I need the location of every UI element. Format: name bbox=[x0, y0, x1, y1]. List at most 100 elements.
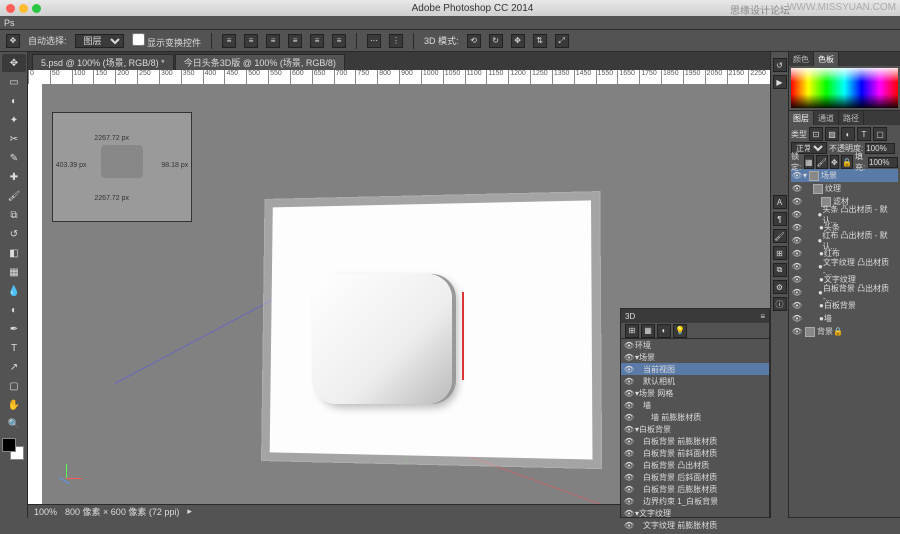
brush-panel-icon[interactable]: 🖌 bbox=[773, 229, 787, 243]
gradient-tool[interactable]: ▦ bbox=[2, 263, 26, 281]
layer-row[interactable]: 👁背景 🔒 bbox=[791, 325, 898, 338]
panel-menu-icon[interactable]: ≡ bbox=[760, 312, 765, 321]
crop-tool[interactable]: ✂ bbox=[2, 130, 26, 148]
doc-info[interactable]: 800 像素 × 600 像素 (72 ppi) bbox=[65, 505, 179, 518]
3d-item-row[interactable]: 👁白板背景 前膨胀材质 bbox=[621, 435, 769, 447]
3d-item-row[interactable]: 👁墙 bbox=[621, 399, 769, 411]
layer-row[interactable]: 👁▾场景 bbox=[791, 169, 898, 182]
visibility-icon[interactable]: 👁 bbox=[623, 377, 635, 386]
visibility-icon[interactable]: 👁 bbox=[623, 389, 635, 398]
visibility-icon[interactable]: 👁 bbox=[623, 341, 635, 350]
pen-tool[interactable]: ✒ bbox=[2, 320, 26, 338]
opacity-input[interactable] bbox=[865, 143, 895, 154]
3d-item-row[interactable]: 👁▾ 场景 bbox=[621, 351, 769, 363]
color-swatches-grid[interactable] bbox=[791, 68, 898, 108]
3d-item-row[interactable]: 👁白板背景 凸出材质 bbox=[621, 459, 769, 471]
visibility-icon[interactable]: 👁 bbox=[791, 327, 803, 336]
zoom-tool[interactable]: 🔍 bbox=[2, 415, 26, 433]
dist-v-icon[interactable]: ⋮ bbox=[389, 34, 403, 48]
3d-panel[interactable]: 3D ≡ ⊞ ▦ ◐ 💡 👁环境👁▾ 场景👁当前视图👁默认相机👁▾ 场景 网格👁… bbox=[620, 308, 770, 518]
filter-adj-icon[interactable]: ◐ bbox=[841, 127, 855, 141]
menu-ps[interactable]: Ps bbox=[4, 18, 15, 28]
align-bot-icon[interactable]: ≡ bbox=[332, 34, 346, 48]
3d-item-row[interactable]: 👁▾ 文字纹理 bbox=[621, 507, 769, 519]
color-swatches[interactable] bbox=[2, 438, 24, 460]
visibility-icon[interactable]: 👁 bbox=[623, 437, 635, 446]
marquee-tool[interactable]: ▭ bbox=[2, 73, 26, 91]
filter-type-icon[interactable]: T bbox=[857, 127, 871, 141]
filter-pixel-icon[interactable]: ▨ bbox=[825, 127, 839, 141]
visibility-icon[interactable]: 👁 bbox=[791, 275, 803, 284]
layer-row[interactable]: 👁● 白板背景 凸出材质 -... bbox=[791, 286, 898, 299]
tab-swatch[interactable]: 色板 bbox=[814, 52, 839, 66]
3d-item-row[interactable]: 👁▾ 场景 网格 bbox=[621, 387, 769, 399]
path-tool[interactable]: ↗ bbox=[2, 358, 26, 376]
visibility-icon[interactable]: 👁 bbox=[623, 461, 635, 470]
wand-tool[interactable]: ✦ bbox=[2, 111, 26, 129]
heal-tool[interactable]: ✚ bbox=[2, 168, 26, 186]
visibility-icon[interactable]: 👁 bbox=[791, 288, 803, 297]
axis-gizmo[interactable] bbox=[52, 464, 82, 494]
visibility-icon[interactable]: 👁 bbox=[791, 301, 803, 310]
align-mid-icon[interactable]: ≡ bbox=[310, 34, 324, 48]
slide-icon[interactable]: ⇅ bbox=[533, 34, 547, 48]
visibility-icon[interactable]: 👁 bbox=[623, 521, 635, 530]
filter-shape-icon[interactable]: ▢ bbox=[873, 127, 887, 141]
visibility-icon[interactable]: 👁 bbox=[791, 210, 802, 219]
prop-panel-icon[interactable]: ⚙ bbox=[773, 280, 787, 294]
autoselect-dropdown[interactable]: 图层 bbox=[75, 34, 124, 48]
visibility-icon[interactable]: 👁 bbox=[791, 171, 803, 180]
visibility-icon[interactable]: 👁 bbox=[791, 236, 802, 245]
fg-color[interactable] bbox=[2, 438, 16, 452]
visibility-icon[interactable]: 👁 bbox=[623, 365, 635, 374]
history-panel-icon[interactable]: ↺ bbox=[773, 58, 787, 72]
move-tool-icon[interactable]: ✥ bbox=[6, 34, 20, 48]
visibility-icon[interactable]: 👁 bbox=[623, 425, 635, 434]
dist-h-icon[interactable]: ⋯ bbox=[367, 34, 381, 48]
3d-item-row[interactable]: 👁默认相机 bbox=[621, 375, 769, 387]
brushpreset-panel-icon[interactable]: ⊞ bbox=[773, 246, 787, 260]
shape-tool[interactable]: ▢ bbox=[2, 377, 26, 395]
visibility-icon[interactable]: 👁 bbox=[623, 449, 635, 458]
blur-tool[interactable]: 💧 bbox=[2, 282, 26, 300]
eraser-tool[interactable]: ◧ bbox=[2, 244, 26, 262]
filter-all-icon[interactable]: ⊡ bbox=[809, 127, 823, 141]
zoom-level[interactable]: 100% bbox=[34, 507, 57, 517]
char-panel-icon[interactable]: A bbox=[773, 195, 787, 209]
layer-row[interactable]: 👁● 头条 凸出材质 - 默认... bbox=[791, 208, 898, 221]
visibility-icon[interactable]: 👁 bbox=[623, 413, 635, 422]
3d-item-row[interactable]: 👁▾ 白板背景 bbox=[621, 423, 769, 435]
brush-tool[interactable]: 🖌 bbox=[2, 187, 26, 205]
close-icon[interactable] bbox=[6, 4, 15, 13]
lock-pos-icon[interactable]: ✥ bbox=[830, 155, 839, 169]
visibility-icon[interactable]: 👁 bbox=[623, 401, 635, 410]
show-transform-check[interactable]: 显示变换控件 bbox=[132, 33, 202, 49]
3d-filter-light-icon[interactable]: 💡 bbox=[673, 324, 687, 338]
type-tool[interactable]: T bbox=[2, 339, 26, 357]
visibility-icon[interactable]: 👁 bbox=[623, 473, 635, 482]
lock-trans-icon[interactable]: ▦ bbox=[804, 155, 814, 169]
tab-color[interactable]: 颜色 bbox=[789, 52, 814, 66]
layer-row[interactable]: 👁纹理 bbox=[791, 182, 898, 195]
3d-filter-scene-icon[interactable]: ⊞ bbox=[625, 324, 639, 338]
visibility-icon[interactable]: 👁 bbox=[623, 353, 635, 362]
visibility-icon[interactable]: 👁 bbox=[791, 197, 803, 206]
visibility-icon[interactable]: 👁 bbox=[623, 509, 635, 518]
3d-item-row[interactable]: 👁墙 前膨胀材质 bbox=[621, 411, 769, 423]
3d-item-row[interactable]: 👁边界约束 1_白板背景 bbox=[621, 495, 769, 507]
doc-tab-1[interactable]: 5.psd @ 100% (场景, RGB/8) * bbox=[32, 54, 174, 70]
lock-all-icon[interactable]: 🔒 bbox=[841, 155, 853, 169]
visibility-icon[interactable]: 👁 bbox=[791, 249, 803, 258]
roll-icon[interactable]: ↻ bbox=[489, 34, 503, 48]
scale-icon[interactable]: ⤢ bbox=[555, 34, 569, 48]
3d-item-row[interactable]: 👁白板背景 后斜面材质 bbox=[621, 471, 769, 483]
move-tool[interactable]: ✥ bbox=[2, 54, 26, 72]
visibility-icon[interactable]: 👁 bbox=[623, 485, 635, 494]
3d-item-row[interactable]: 👁环境 bbox=[621, 339, 769, 351]
disclosure-icon[interactable]: ▾ bbox=[803, 171, 807, 180]
3d-filter-mesh-icon[interactable]: ▦ bbox=[641, 324, 655, 338]
tab-paths[interactable]: 路径 bbox=[839, 111, 864, 125]
info-panel-icon[interactable]: ⓘ bbox=[773, 297, 787, 311]
para-panel-icon[interactable]: ¶ bbox=[773, 212, 787, 226]
lock-pixel-icon[interactable]: 🖌 bbox=[816, 155, 828, 169]
